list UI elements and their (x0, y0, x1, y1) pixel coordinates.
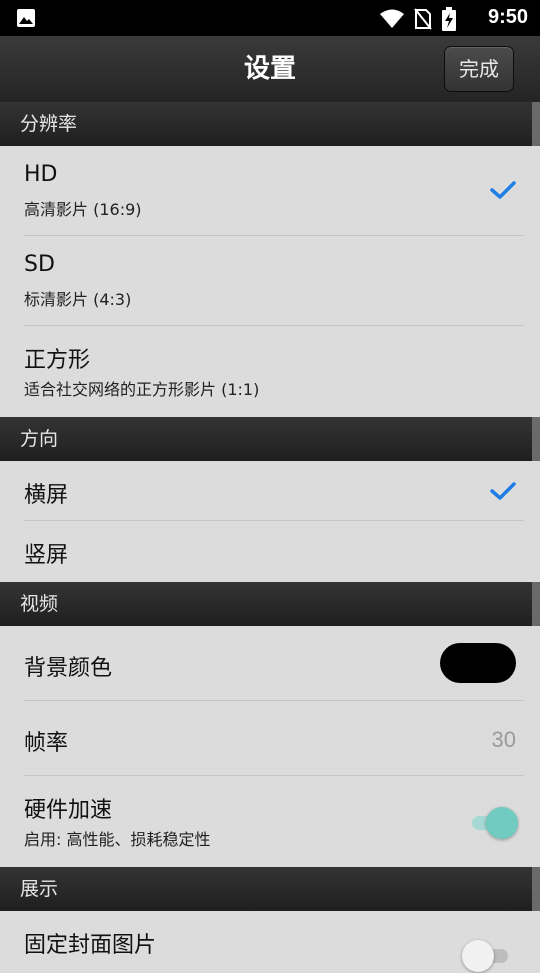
battery-charging-icon (442, 7, 456, 31)
nav-bar: 设置 完成 (0, 36, 540, 103)
image-icon (17, 9, 35, 27)
option-title: 正方形 (24, 348, 91, 373)
frame-rate-value: 30 (491, 727, 516, 752)
section-header-label: 分辨率 (20, 113, 78, 135)
orientation-option-landscape[interactable]: 横屏 (0, 461, 540, 521)
option-subtitle: 标清影片 (4:3) (24, 290, 132, 309)
orientation-option-portrait[interactable]: 竖屏 (0, 521, 540, 582)
hardware-acceleration-toggle[interactable] (468, 806, 518, 840)
option-title: 硬件加速 (24, 798, 113, 823)
wifi-icon (380, 9, 404, 28)
option-title: 竖屏 (24, 543, 69, 568)
section-header-resolution: 分辨率 (0, 102, 540, 146)
section-header-video: 视频 (0, 582, 540, 626)
section-header-label: 展示 (20, 878, 59, 900)
option-title: SD (24, 252, 55, 277)
hardware-acceleration-row[interactable]: 硬件加速 启用: 高性能、损耗稳定性 (0, 776, 540, 867)
resolution-option-sd[interactable]: SD 标清影片 (4:3) (0, 236, 540, 326)
color-swatch[interactable] (440, 643, 516, 683)
no-sim-icon (414, 8, 432, 30)
section-header-display: 展示 (0, 867, 540, 911)
option-subtitle: 启用: 高性能、损耗稳定性 (24, 830, 211, 849)
fixed-cover-toggle[interactable] (462, 939, 512, 973)
checkmark-icon (490, 482, 516, 500)
status-icons (380, 7, 456, 31)
status-bar: 9:50 (0, 0, 540, 36)
option-title: 背景颜色 (24, 656, 113, 681)
resolution-option-square[interactable]: 正方形 适合社交网络的正方形影片 (1:1) (0, 326, 540, 417)
status-time: 9:50 (487, 6, 528, 28)
option-subtitle: 高清影片 (16:9) (24, 200, 142, 219)
toggle-thumb (462, 940, 494, 972)
option-title: 固定封面图片 (24, 933, 157, 958)
section-header-label: 视频 (20, 593, 59, 615)
frame-rate-row[interactable]: 帧率 30 (0, 701, 540, 776)
checkmark-icon (490, 181, 516, 199)
resolution-option-hd[interactable]: HD 高清影片 (16:9) (0, 146, 540, 236)
fixed-cover-row[interactable]: 固定封面图片 (0, 911, 540, 972)
section-header-orientation: 方向 (0, 417, 540, 461)
option-title: 横屏 (24, 483, 69, 508)
done-button[interactable]: 完成 (444, 46, 514, 92)
option-title: 帧率 (24, 731, 69, 756)
section-header-label: 方向 (20, 428, 59, 450)
background-color-row[interactable]: 背景颜色 (0, 626, 540, 701)
option-title: HD (24, 162, 58, 187)
toggle-thumb (486, 807, 518, 839)
option-subtitle: 适合社交网络的正方形影片 (1:1) (24, 380, 260, 399)
